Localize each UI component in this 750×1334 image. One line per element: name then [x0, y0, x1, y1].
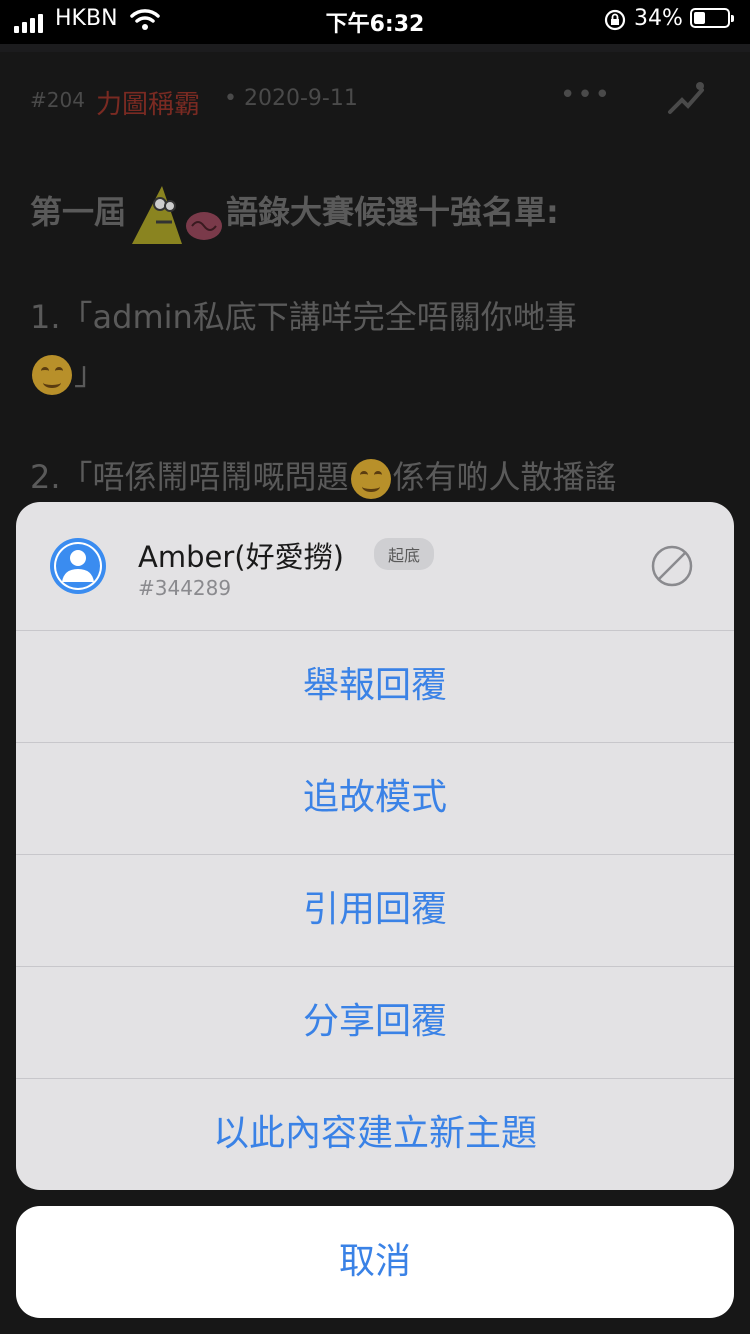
post-line-1-end: 」	[30, 348, 106, 395]
battery-percent: 34%	[634, 6, 683, 31]
jump-icon[interactable]	[666, 80, 706, 116]
user-name: Amber(好愛撈)	[138, 540, 344, 574]
user-badge[interactable]: 起底	[374, 538, 435, 570]
post-date: • 2020-9-11	[224, 86, 358, 111]
post-header: #204 力圖稱霸 • 2020-9-11 •••	[0, 52, 750, 152]
battery-icon	[690, 8, 734, 28]
smile-emoji-icon	[350, 459, 391, 499]
user-id: #344289	[138, 576, 232, 600]
smile-emoji-icon	[32, 355, 72, 395]
post-line-1: 1.「admin私底下講咩完全唔關你哋事	[30, 298, 577, 336]
cancel-button[interactable]: 取消	[16, 1206, 734, 1318]
quote-reply-option[interactable]: 引用回覆	[16, 854, 734, 967]
more-options-icon[interactable]: •••	[560, 80, 612, 110]
rotation-lock-icon	[604, 9, 626, 31]
report-reply-option[interactable]: 舉報回覆	[16, 630, 734, 743]
story-mode-option[interactable]: 追故模式	[16, 742, 734, 855]
post-number: #204	[30, 88, 85, 112]
create-topic-option[interactable]: 以此內容建立新主題	[16, 1078, 734, 1190]
battery-fill	[694, 12, 705, 24]
status-bar: HKBN 下午6:32 34%	[0, 0, 750, 44]
chick-sticker-icon	[132, 186, 223, 244]
block-user-icon[interactable]	[650, 544, 694, 588]
post-author[interactable]: 力圖稱霸	[96, 84, 200, 121]
post-line-2: 2.「唔係鬧唔鬧嘅問題 係有啲人散播謠	[30, 452, 617, 499]
action-sheet-user-header: Amber(好愛撈) 起底 #344289	[16, 502, 734, 631]
post-title: 第一屆 語錄大賽候選十強名單:	[30, 182, 559, 246]
share-reply-option[interactable]: 分享回覆	[16, 966, 734, 1079]
user-avatar-icon[interactable]	[48, 536, 108, 596]
action-sheet: Amber(好愛撈) 起底 #344289 舉報回覆 追故模式 引用回覆 分享回…	[16, 502, 734, 1190]
